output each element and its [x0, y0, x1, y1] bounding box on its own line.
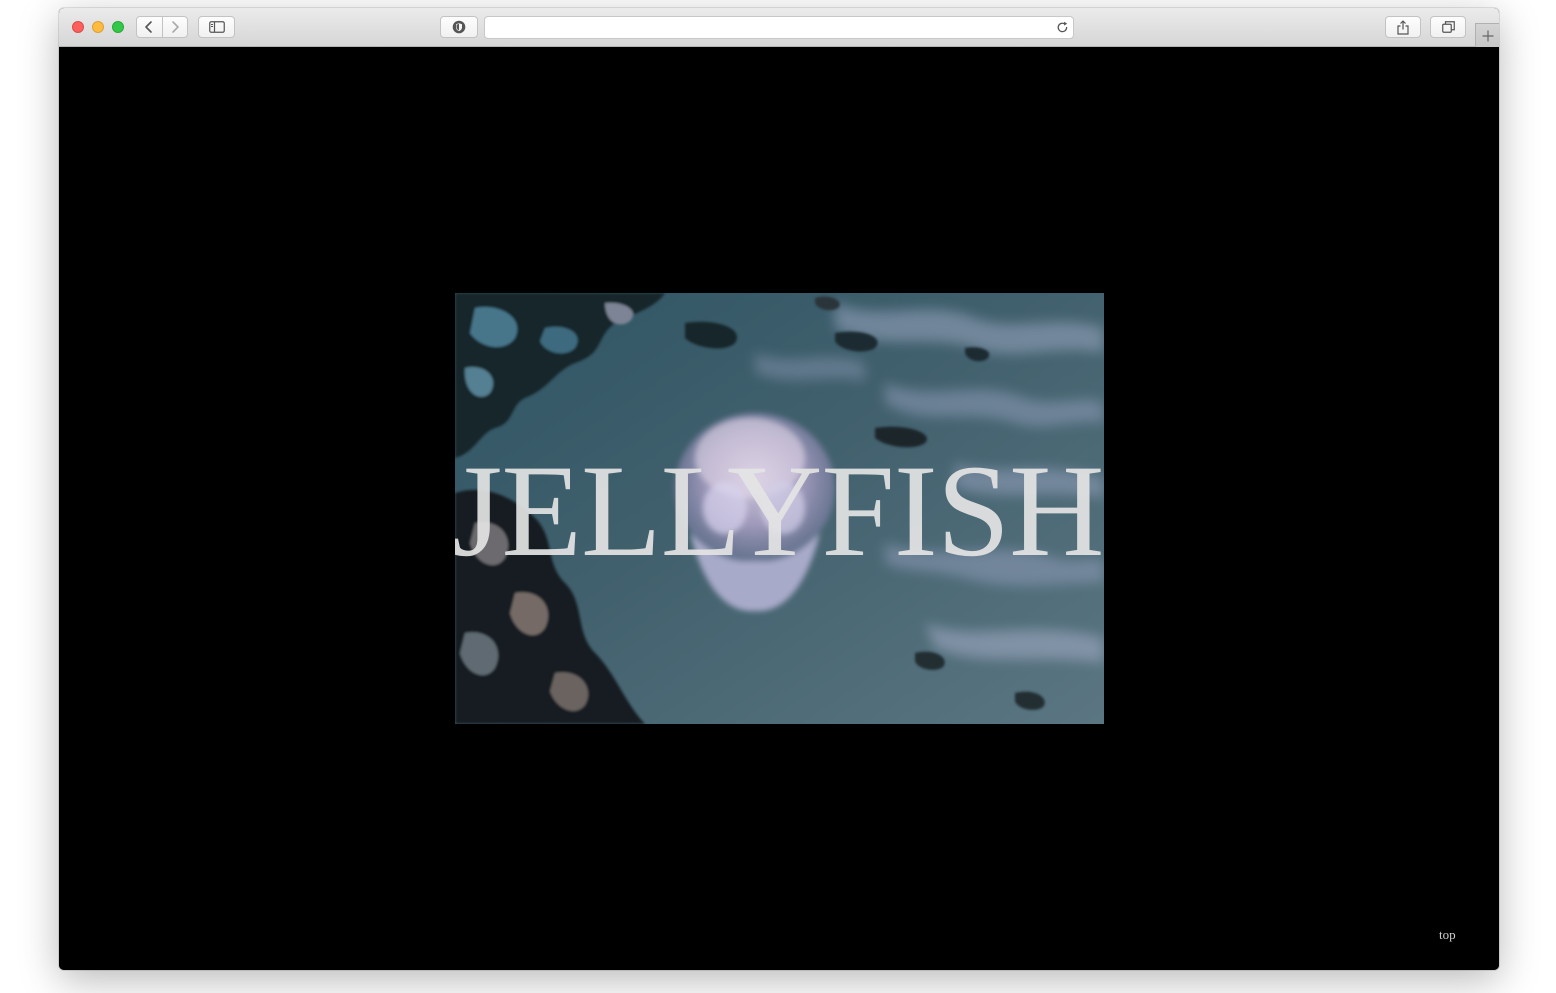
navigation-buttons	[136, 16, 188, 38]
share-icon	[1397, 19, 1409, 35]
close-window-button[interactable]	[72, 21, 84, 33]
tab-overview-button[interactable]	[1430, 16, 1466, 38]
reload-button[interactable]	[1054, 19, 1070, 35]
minimize-window-button[interactable]	[92, 21, 104, 33]
chevron-right-icon	[171, 21, 179, 33]
tabs-overview-icon	[1441, 21, 1455, 33]
browser-window: JELLYFISH top	[59, 8, 1499, 970]
page-content: JELLYFISH top	[59, 47, 1499, 970]
forward-button[interactable]	[161, 17, 188, 37]
hero-banner: JELLYFISH	[455, 293, 1104, 724]
new-tab-button[interactable]	[1475, 23, 1499, 47]
reload-icon	[1057, 21, 1067, 32]
shield-icon	[452, 20, 466, 34]
back-button[interactable]	[137, 17, 162, 37]
back-to-top-link[interactable]: top	[1439, 927, 1456, 943]
plus-icon	[1482, 30, 1493, 41]
share-button[interactable]	[1385, 16, 1421, 38]
sidebar-icon	[208, 21, 225, 33]
browser-toolbar	[59, 8, 1499, 47]
hero-title: JELLYFISH	[455, 437, 1104, 584]
sidebar-button[interactable]	[198, 16, 235, 38]
privacy-report-button[interactable]	[440, 16, 478, 38]
chevron-left-icon	[145, 21, 153, 33]
address-bar[interactable]	[484, 16, 1074, 39]
maximize-window-button[interactable]	[112, 21, 124, 33]
